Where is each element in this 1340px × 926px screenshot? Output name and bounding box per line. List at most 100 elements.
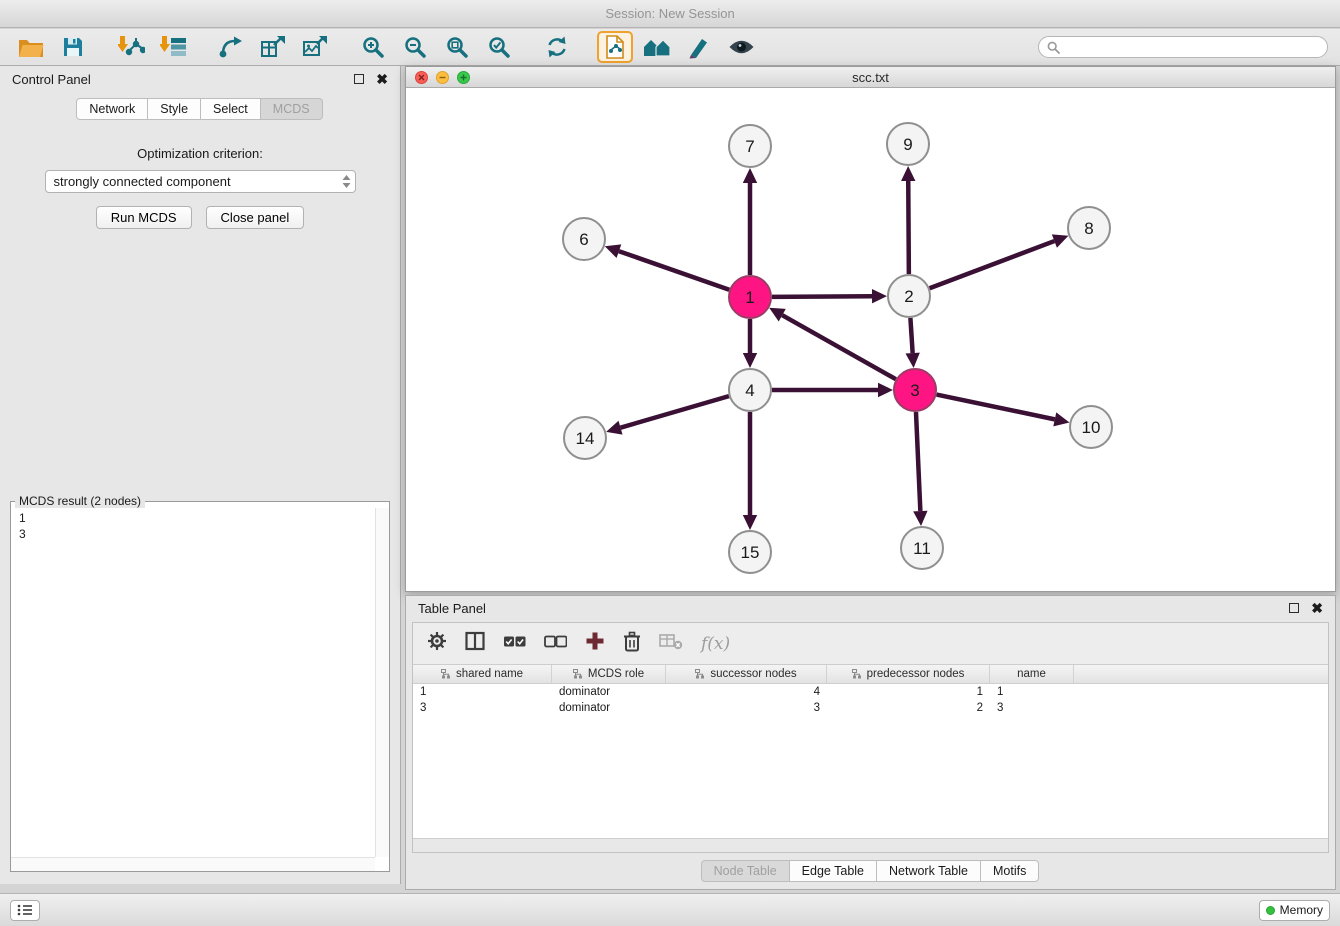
style-brush-icon <box>687 35 711 59</box>
graph-edge-arrowhead <box>605 244 622 258</box>
criterion-dropdown[interactable]: strongly connected component <box>45 170 356 193</box>
cell-mcds-role[interactable]: dominator <box>552 684 666 700</box>
cell-mcds-role[interactable]: dominator <box>552 700 666 716</box>
graph-edge-3-11[interactable] <box>916 412 920 511</box>
search-icon <box>1047 41 1060 54</box>
graph-edge-1-2[interactable] <box>772 296 872 297</box>
task-history-button[interactable] <box>10 900 40 921</box>
status-bar: Memory <box>0 893 1340 926</box>
export-image-button[interactable] <box>297 31 333 63</box>
delete-column-button[interactable] <box>623 631 641 657</box>
tab-motifs[interactable]: Motifs <box>980 860 1039 882</box>
graph-node-label: 11 <box>913 539 931 558</box>
graph-edge-3-1[interactable] <box>782 315 896 379</box>
tab-mcds[interactable]: MCDS <box>260 98 323 120</box>
cell-successor-nodes[interactable]: 3 <box>666 700 827 716</box>
graph-node-label: 9 <box>903 135 912 154</box>
graph-edge-1-6[interactable] <box>619 251 729 290</box>
zoom-in-button[interactable] <box>355 31 391 63</box>
float-panel-icon[interactable] <box>354 74 364 84</box>
show-columns-button[interactable] <box>465 631 485 656</box>
minimize-window-icon[interactable] <box>436 71 449 84</box>
close-panel-button[interactable]: Close panel <box>206 206 305 229</box>
export-table-icon <box>260 35 286 59</box>
cell-shared-name[interactable]: 3 <box>413 700 552 716</box>
graph-edge-2-3[interactable] <box>910 318 912 353</box>
network-window-titlebar[interactable]: scc.txt <box>406 67 1335 88</box>
memory-button[interactable]: Memory <box>1259 900 1330 921</box>
deselect-all-columns-button[interactable] <box>544 635 567 653</box>
export-table-button[interactable] <box>255 31 291 63</box>
zoom-selected-button[interactable] <box>481 31 517 63</box>
deselect-all-icon <box>544 635 567 648</box>
clone-network-button[interactable] <box>597 31 633 63</box>
save-session-button[interactable] <box>55 31 91 63</box>
cell-name[interactable]: 1 <box>990 684 1074 700</box>
graph-node-label: 7 <box>745 137 754 156</box>
table-toolbar: f(x) <box>413 623 1328 665</box>
zoom-fit-button[interactable] <box>439 31 475 63</box>
function-builder-button[interactable]: f(x) <box>701 634 730 654</box>
table-settings-button[interactable] <box>427 631 447 656</box>
new-network-button[interactable] <box>213 31 249 63</box>
homes-icon <box>643 36 671 58</box>
table-horizontal-scrollbar[interactable] <box>413 838 1328 852</box>
select-all-columns-button[interactable] <box>503 635 526 653</box>
column-header-successor-nodes[interactable]: successor nodes <box>666 665 827 683</box>
float-table-panel-icon[interactable] <box>1289 603 1299 613</box>
run-mcds-button[interactable]: Run MCDS <box>96 206 192 229</box>
column-header-name[interactable]: name <box>990 665 1074 683</box>
table-row[interactable]: 1 dominator 4 1 1 <box>413 684 1328 700</box>
column-header-predecessor-nodes[interactable]: predecessor nodes <box>827 665 990 683</box>
column-header-shared-name[interactable]: shared name <box>413 665 552 683</box>
graph-edge-2-8[interactable] <box>930 241 1055 288</box>
graph-edge-3-10[interactable] <box>937 395 1055 420</box>
graph-node-label: 3 <box>910 381 919 400</box>
network-graph[interactable]: 7968124314101511 <box>406 88 1335 591</box>
table-tabs: Node Table Edge Table Network Table Moti… <box>406 860 1335 882</box>
close-panel-icon[interactable]: ✖ <box>376 72 388 86</box>
result-vertical-scrollbar[interactable] <box>375 508 389 857</box>
table-row[interactable]: 3 dominator 3 2 3 <box>413 700 1328 716</box>
close-table-panel-icon[interactable]: ✖ <box>1311 601 1323 615</box>
tab-network[interactable]: Network <box>76 98 148 120</box>
search-input[interactable] <box>1065 39 1319 55</box>
tab-style[interactable]: Style <box>147 98 201 120</box>
cell-predecessor-nodes[interactable]: 2 <box>827 700 990 716</box>
search-box[interactable] <box>1038 36 1328 58</box>
add-column-button[interactable] <box>585 631 605 656</box>
cell-name[interactable]: 3 <box>990 700 1074 716</box>
graph-edge-2-9[interactable] <box>908 181 909 274</box>
graph-edge-arrowhead <box>905 353 919 368</box>
cell-successor-nodes[interactable]: 4 <box>666 684 827 700</box>
tab-network-table[interactable]: Network Table <box>876 860 981 882</box>
graph-edge-4-14[interactable] <box>621 396 729 428</box>
zoom-selected-icon <box>487 35 511 59</box>
delete-table-button[interactable] <box>659 633 683 655</box>
open-session-button[interactable] <box>13 31 49 63</box>
cell-predecessor-nodes[interactable]: 1 <box>827 684 990 700</box>
optimization-criterion-label: Optimization criterion: <box>0 146 400 161</box>
eye-icon <box>728 38 755 56</box>
zoom-window-icon[interactable] <box>457 71 470 84</box>
refresh-view-button[interactable] <box>539 31 575 63</box>
cell-shared-name[interactable]: 1 <box>413 684 552 700</box>
network-canvas[interactable]: 7968124314101511 <box>406 88 1335 591</box>
show-graphics-details-button[interactable] <box>723 31 759 63</box>
apply-style-button[interactable] <box>681 31 717 63</box>
zoom-out-button[interactable] <box>397 31 433 63</box>
graph-edge-arrowhead <box>743 168 757 183</box>
import-table-button[interactable] <box>155 31 191 63</box>
result-horizontal-scrollbar[interactable] <box>11 857 375 871</box>
tab-node-table[interactable]: Node Table <box>701 860 790 882</box>
column-header-mcds-role[interactable]: MCDS role <box>552 665 666 683</box>
gear-icon <box>427 631 447 651</box>
first-neighbors-button[interactable] <box>639 31 675 63</box>
tab-select[interactable]: Select <box>200 98 261 120</box>
close-window-icon[interactable] <box>415 71 428 84</box>
window-title: Session: New Session <box>605 6 734 21</box>
graph-node-label: 8 <box>1084 219 1093 238</box>
tab-edge-table[interactable]: Edge Table <box>789 860 877 882</box>
control-panel-tabs: Network Style Select MCDS <box>0 98 400 120</box>
import-network-button[interactable] <box>113 31 149 63</box>
